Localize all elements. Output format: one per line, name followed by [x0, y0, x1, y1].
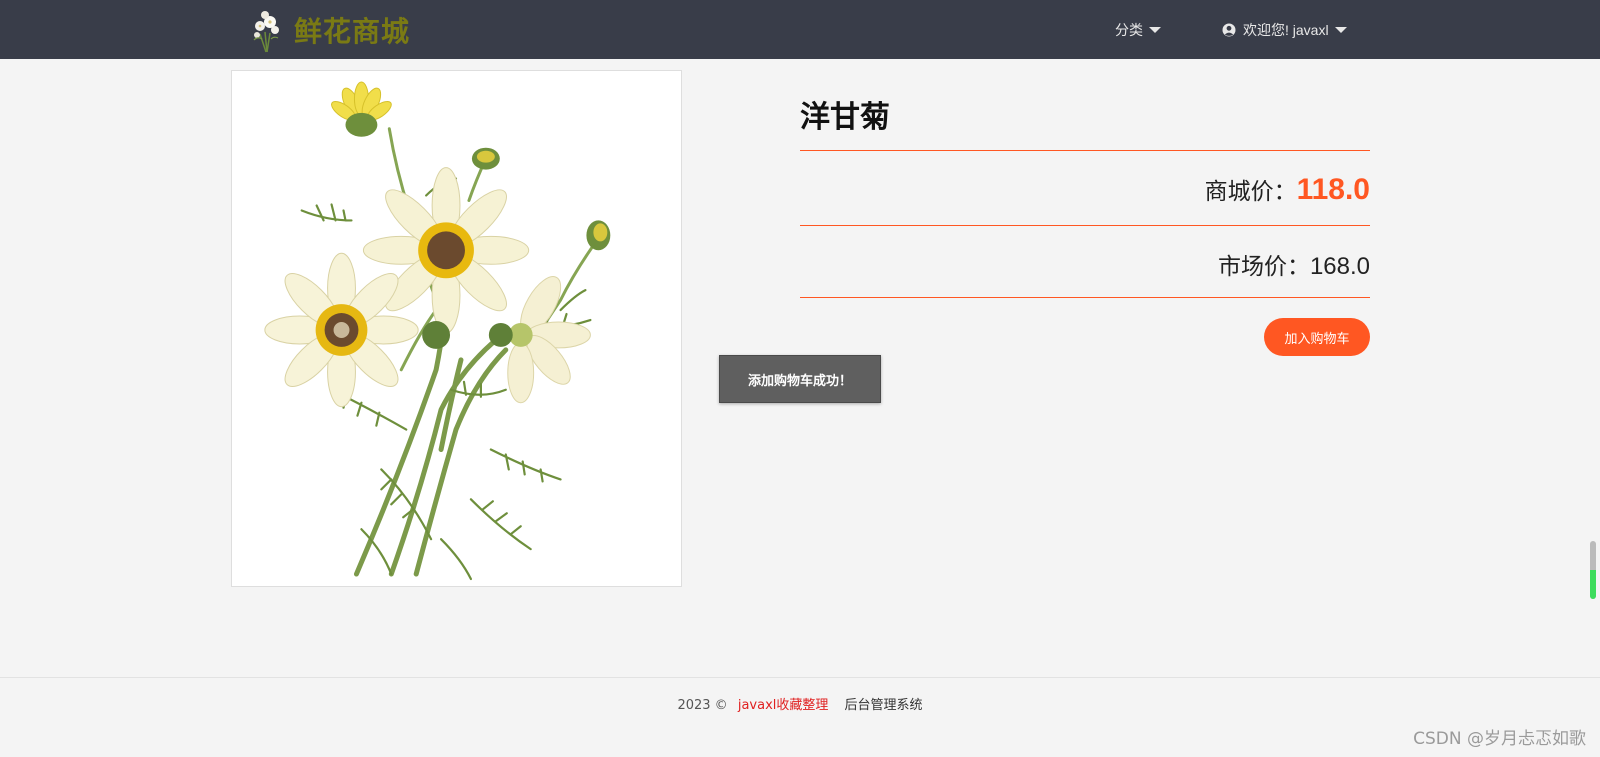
divider	[800, 297, 1370, 298]
top-navbar: 鲜花商城 分类 欢迎您! javaxl	[0, 0, 1600, 59]
brand[interactable]: 鲜花商城	[248, 6, 410, 54]
footer-admin-link[interactable]: 后台管理系统	[845, 698, 923, 713]
footer-copyright: 2023 ©	[677, 698, 728, 713]
caret-down-icon	[1334, 27, 1347, 33]
add-to-cart-button[interactable]: 加入购物车	[1264, 318, 1370, 356]
brand-title: 鲜花商城	[294, 15, 411, 48]
market-price-value: 168.0	[1309, 253, 1370, 280]
scroll-indicator[interactable]	[1590, 541, 1596, 599]
divider	[800, 150, 1370, 151]
nav-user-label: 欢迎您! javaxl	[1243, 22, 1329, 38]
chamomile-flower-image	[232, 71, 681, 586]
nav-user-menu[interactable]: 欢迎您! javaxl	[1222, 18, 1347, 42]
product-title: 洋甘菊	[800, 100, 890, 135]
divider	[800, 225, 1370, 226]
flower-bouquet-icon	[248, 6, 286, 54]
nav-category-menu[interactable]: 分类	[1115, 18, 1161, 42]
footer-divider	[0, 677, 1600, 678]
footer-brand-link[interactable]: javaxl收藏整理	[738, 698, 829, 713]
nav-category-label: 分类	[1115, 22, 1143, 38]
market-price-label: 市场价：	[1217, 254, 1310, 280]
toast-message: 添加购物车成功！	[719, 355, 881, 403]
caret-down-icon	[1149, 27, 1161, 33]
mall-price-row: 商城价：118.0	[800, 172, 1370, 207]
scroll-indicator-fill	[1590, 570, 1596, 599]
user-circle-icon	[1222, 23, 1236, 37]
mall-price-value: 118.0	[1296, 173, 1370, 206]
market-price-row: 市场价：168.0	[800, 247, 1370, 281]
footer: 2023 © javaxl收藏整理 后台管理系统	[0, 694, 1600, 713]
mall-price-label: 商城价：	[1204, 179, 1297, 205]
watermark: CSDN @岁月忐忑如歌	[1413, 729, 1586, 749]
product-image	[231, 70, 682, 587]
